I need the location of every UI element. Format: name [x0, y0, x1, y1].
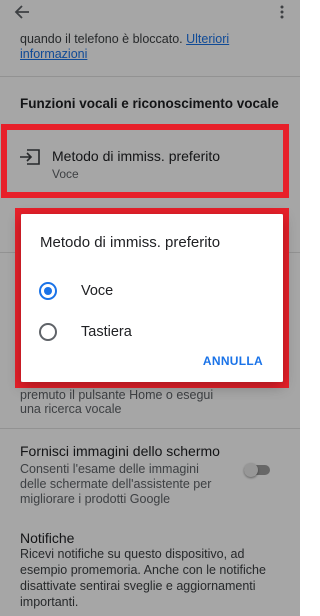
cancel-button[interactable]: ANNULLA: [203, 354, 263, 368]
option-voice[interactable]: Voce: [21, 271, 283, 311]
option-label: Voce: [81, 283, 114, 299]
option-keyboard[interactable]: Tastiera: [21, 312, 283, 352]
highlight-box-preferred-item: [1, 124, 289, 198]
radio-selected-icon[interactable]: [39, 282, 57, 300]
input-method-dialog: Metodo di immiss. preferito Voce Tastier…: [21, 214, 283, 382]
option-label: Tastiera: [81, 324, 132, 340]
radio-unselected-icon[interactable]: [39, 323, 57, 341]
dialog-title: Metodo di immiss. preferito: [40, 234, 221, 251]
